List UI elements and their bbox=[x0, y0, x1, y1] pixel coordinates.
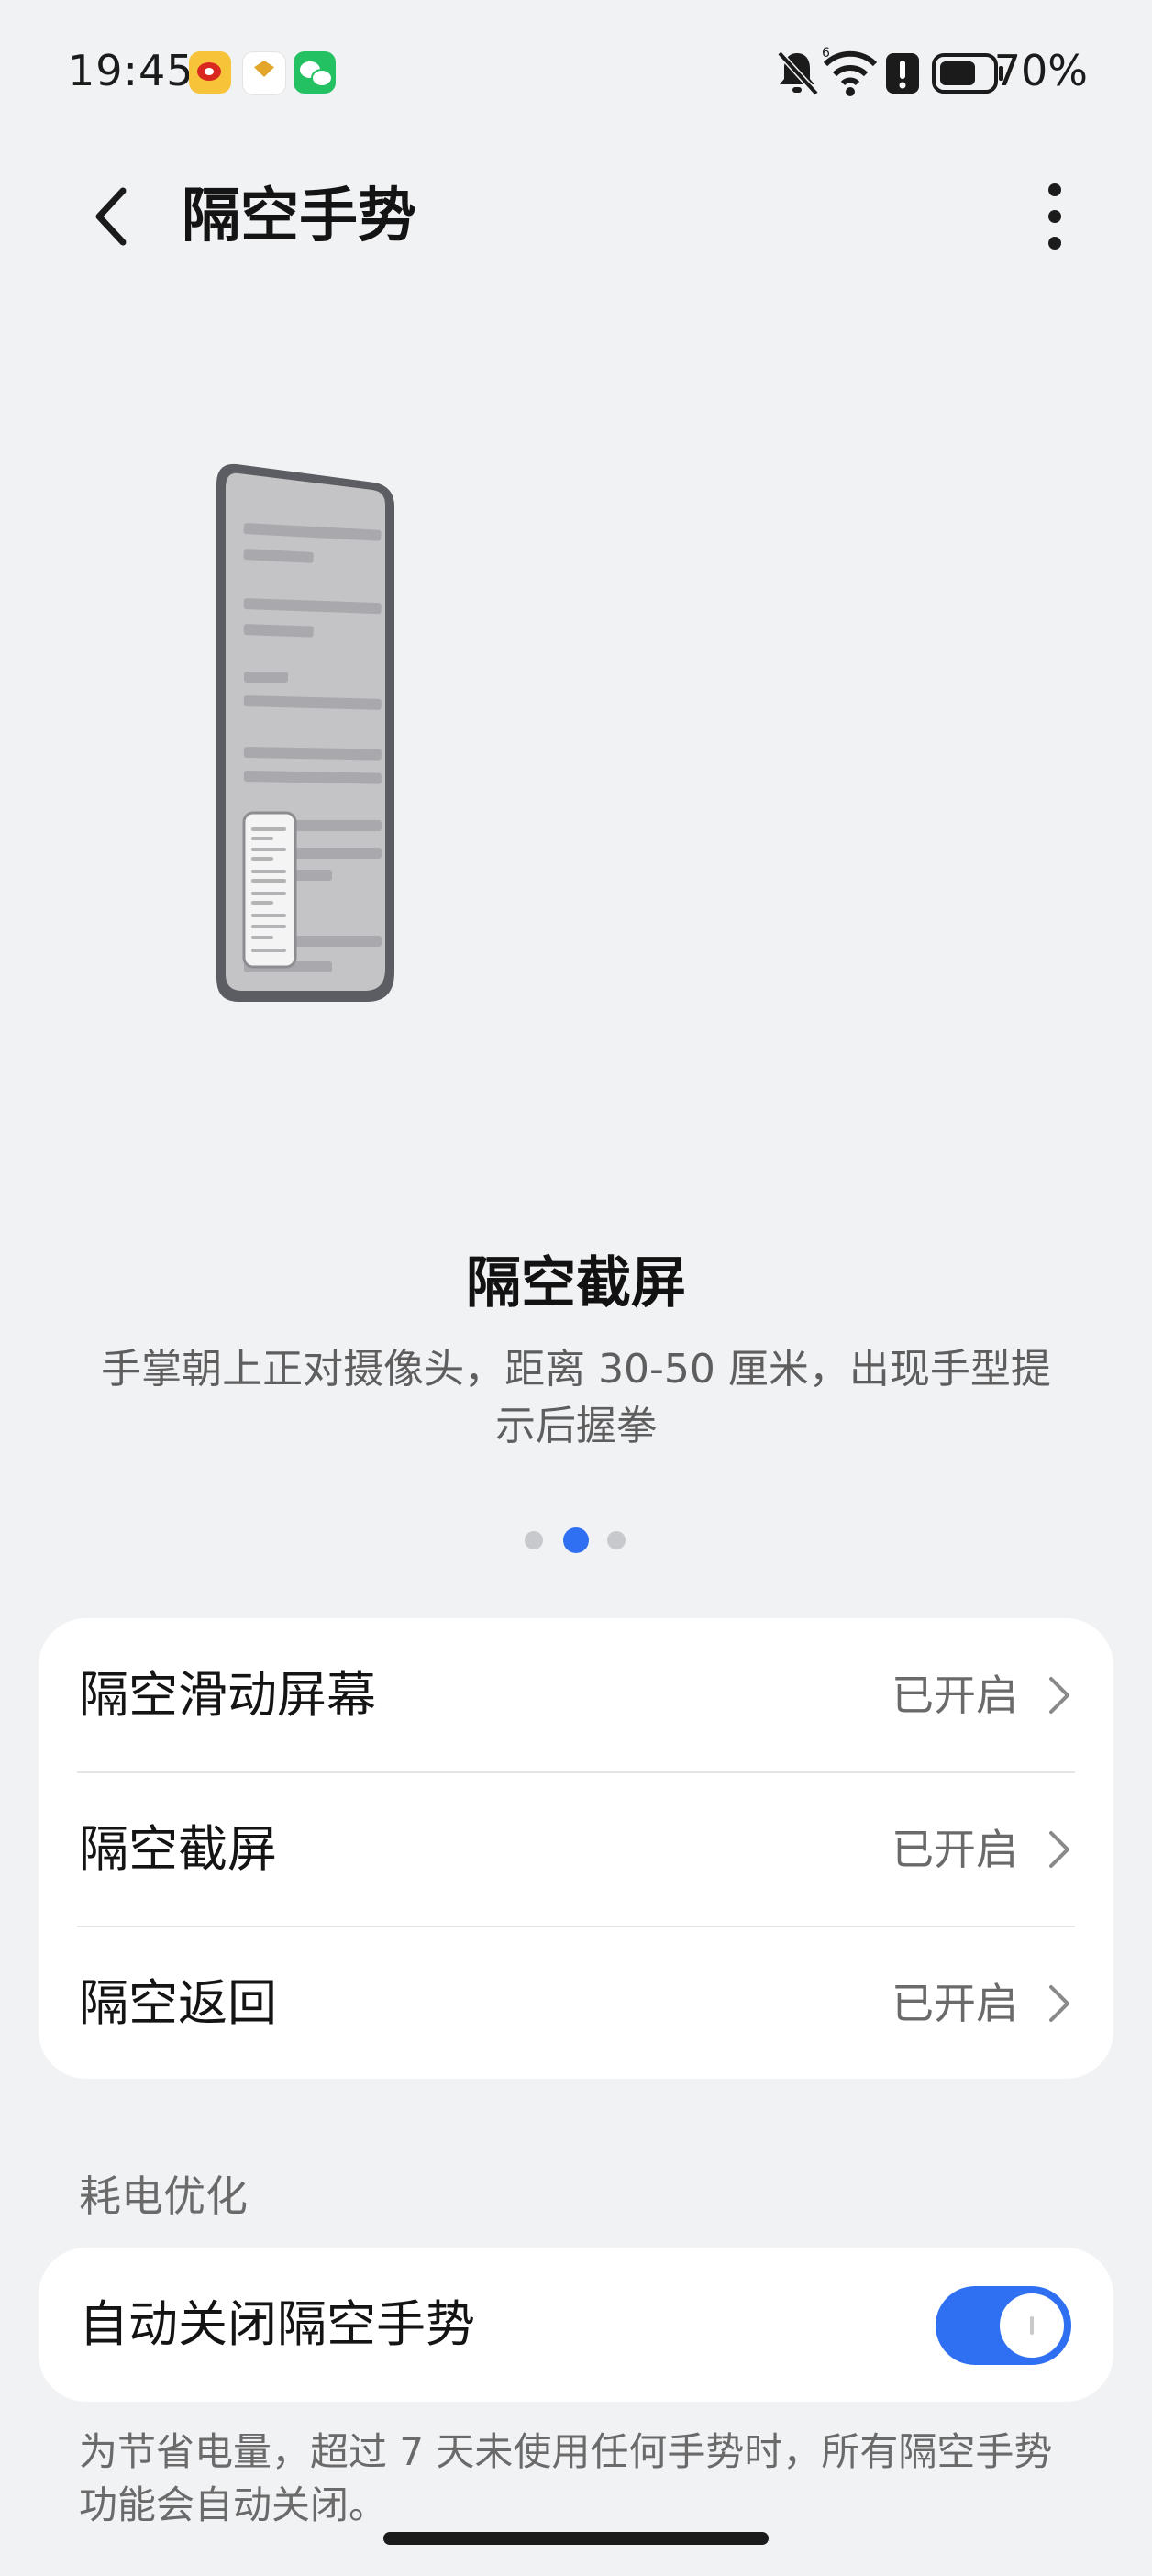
page-dot[interactable] bbox=[607, 1531, 626, 1549]
chevron-right-icon bbox=[1049, 1677, 1069, 1714]
settings-screen: 19:45 6 70% 隔空手势 隔空截屏 手掌朝上正对摄像头，距离 30-50… bbox=[0, 0, 1152, 2576]
row-label: 隔空滑动屏幕 bbox=[79, 1666, 376, 1724]
phone-gesture-illustration bbox=[216, 463, 394, 1002]
auto-disable-toggle[interactable] bbox=[936, 2286, 1071, 2365]
toggle-label: 自动关闭隔空手势 bbox=[79, 2295, 475, 2353]
power-optimization-card: 自动关闭隔空手势 bbox=[39, 2248, 1113, 2402]
mute-bell-icon bbox=[777, 50, 819, 96]
chevron-right-icon bbox=[1049, 1985, 1069, 2022]
wechat-icon bbox=[294, 51, 336, 94]
gesture-row-swipe[interactable]: 隔空滑动屏幕 已开启 bbox=[39, 1618, 1113, 1772]
page-dot[interactable] bbox=[525, 1531, 543, 1549]
feature-description: 手掌朝上正对摄像头，距离 30-50 厘米，出现手型提示后握拳 bbox=[101, 1346, 1051, 1449]
status-time: 19:45 bbox=[68, 46, 194, 95]
chevron-left-icon bbox=[95, 187, 127, 246]
page-title: 隔空手势 bbox=[182, 183, 416, 250]
row-status: 已开启 bbox=[892, 1671, 1018, 1720]
more-options-button[interactable] bbox=[1036, 178, 1073, 255]
honor-icon bbox=[242, 51, 286, 95]
row-label: 隔空返回 bbox=[79, 1974, 277, 2032]
home-indicator[interactable] bbox=[383, 2532, 769, 2545]
status-bar: 19:45 6 70% bbox=[0, 0, 1152, 147]
power-note: 为节省电量，超过 7 天未使用任何手势时，所有隔空手势功能会自动关闭。 bbox=[79, 2429, 1053, 2527]
chevron-right-icon bbox=[1049, 1831, 1069, 1868]
weibo-icon bbox=[189, 51, 231, 94]
section-header-power: 耗电优化 bbox=[79, 2171, 248, 2221]
svg-text:6: 6 bbox=[822, 46, 830, 61]
page-indicator bbox=[0, 1527, 1152, 1554]
gesture-settings-card: 隔空滑动屏幕 已开启 隔空截屏 已开启 隔空返回 已开启 bbox=[39, 1618, 1113, 2079]
toggle-knob bbox=[1000, 2293, 1064, 2358]
row-status: 已开启 bbox=[892, 1825, 1018, 1874]
back-button[interactable] bbox=[84, 180, 139, 253]
row-status: 已开启 bbox=[892, 1979, 1018, 2028]
battery-percent: 70% bbox=[993, 46, 1088, 95]
page-dot-active[interactable] bbox=[563, 1527, 589, 1553]
more-vertical-icon bbox=[1048, 183, 1061, 196]
gesture-row-screenshot[interactable]: 隔空截屏 已开启 bbox=[39, 1772, 1113, 1926]
row-label: 隔空截屏 bbox=[79, 1820, 277, 1878]
auto-disable-row: 自动关闭隔空手势 bbox=[39, 2248, 1113, 2402]
wifi-6-icon: 6 bbox=[822, 46, 878, 96]
gesture-row-back[interactable]: 隔空返回 已开启 bbox=[39, 1926, 1113, 2081]
alert-icon bbox=[886, 53, 919, 94]
feature-title: 隔空截屏 bbox=[466, 1251, 686, 1316]
